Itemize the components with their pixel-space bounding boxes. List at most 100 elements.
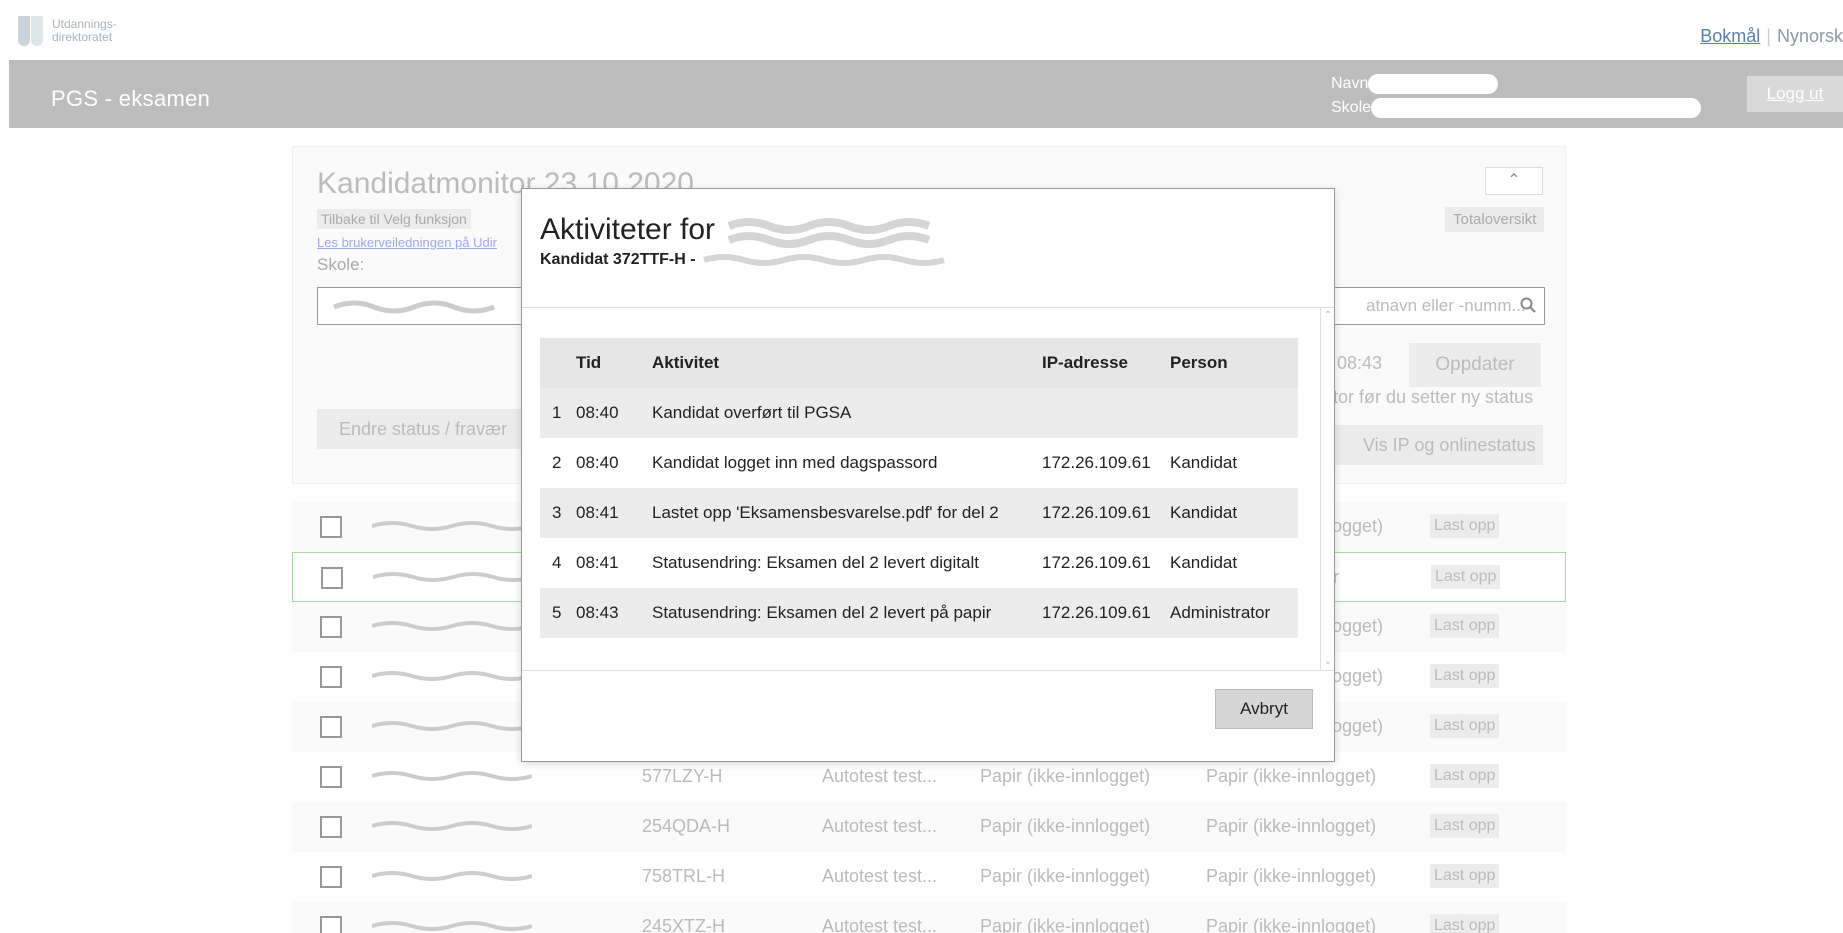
redacted-candidate-name	[372, 621, 532, 631]
school-select[interactable]	[317, 287, 527, 325]
col-time: Tid	[576, 338, 646, 388]
redacted-candidate-name	[372, 921, 532, 931]
modal-title-text: Aktiviteter for	[540, 213, 716, 246]
row-checkbox[interactable]	[320, 616, 342, 638]
collapse-button[interactable]: ⌃	[1485, 167, 1543, 195]
user-guide-link[interactable]: Les brukerveiledningen på Udir	[317, 235, 497, 250]
upload-button[interactable]: Last opp	[1431, 565, 1501, 589]
redacted-candidate-name	[373, 572, 533, 582]
table-row[interactable]: 758TRL-H Autotest test... Papir (ikke-in…	[292, 852, 1566, 902]
search-icon[interactable]	[1520, 297, 1536, 313]
activity-text: Kandidat overført til PGSA	[646, 388, 1038, 438]
user-name-label: Navn	[1331, 75, 1369, 92]
modal-subtitle: Kandidat 372TTF-H -	[540, 251, 980, 269]
logout-button[interactable]: Logg ut	[1747, 76, 1843, 112]
activity-ip: 172.26.109.61	[1038, 438, 1170, 488]
activity-row: 4 08:41 Statusendring: Eksamen del 2 lev…	[540, 538, 1298, 588]
udir-logo-icon	[18, 14, 46, 48]
user-info: Navn Skole	[1331, 72, 1702, 120]
lang-bokmal-link[interactable]: Bokmål	[1700, 26, 1760, 46]
candidate-mode: Papir (ikke-innlogget)	[980, 866, 1151, 886]
chevron-up-icon: ⌃	[1507, 172, 1521, 189]
candidate-name: Autotest test...	[822, 816, 938, 836]
candidate-name: Autotest test...	[822, 766, 938, 786]
activity-row: 5 08:43 Statusendring: Eksamen del 2 lev…	[540, 588, 1298, 638]
language-switcher: Bokmål | Nynorsk	[1700, 26, 1843, 47]
activity-row: 1 08:40 Kandidat overført til PGSA	[540, 388, 1298, 438]
table-row[interactable]: 245XTZ-H Autotest test... Papir (ikke-in…	[292, 902, 1566, 933]
activity-nr: 3	[540, 488, 576, 538]
change-status-button[interactable]: Endre status / fravær	[317, 409, 527, 449]
row-checkbox[interactable]	[320, 716, 342, 738]
activity-text: Statusendring: Eksamen del 2 levert digi…	[646, 538, 1038, 588]
candidate-code: 577LZY-H	[642, 766, 723, 786]
redacted-candidate-name	[372, 721, 532, 731]
search-placeholder: atnavn eller -numm...	[1366, 296, 1526, 315]
upload-button[interactable]: Last opp	[1430, 914, 1500, 933]
upload-button[interactable]: Last opp	[1430, 664, 1500, 688]
redacted-user-name	[1368, 73, 1499, 94]
activity-nr: 2	[540, 438, 576, 488]
activity-text: Kandidat logget inn med dagspassord	[646, 438, 1038, 488]
candidate-status: ogget)	[1332, 516, 1384, 536]
modal-scrollbar[interactable]: ⌃ ⌄	[1320, 308, 1334, 670]
candidate-name: Autotest test...	[822, 866, 938, 886]
candidate-code: 758TRL-H	[642, 866, 726, 886]
row-checkbox[interactable]	[320, 666, 342, 688]
app-header: PGS - eksamen Navn Skole Logg ut	[9, 60, 1843, 128]
upload-button[interactable]: Last opp	[1430, 514, 1500, 538]
activity-text: Statusendring: Eksamen del 2 levert på p…	[646, 588, 1038, 638]
upload-button[interactable]: Last opp	[1430, 864, 1500, 888]
table-row[interactable]: 254QDA-H Autotest test... Papir (ikke-in…	[292, 802, 1566, 852]
school-label: Skole:	[317, 255, 365, 274]
col-person: Person	[1170, 338, 1298, 388]
total-overview-button[interactable]: Totaloversikt	[1445, 207, 1545, 232]
status-hint-text: tor før du setter ny status	[1333, 387, 1534, 407]
candidate-mode: Papir (ikke-innlogget)	[980, 916, 1151, 933]
row-checkbox[interactable]	[320, 516, 342, 538]
activity-time: 08:43	[576, 588, 646, 638]
cancel-button[interactable]: Avbryt	[1215, 689, 1313, 729]
activity-time: 08:40	[576, 438, 646, 488]
scroll-up-icon[interactable]: ⌃	[1322, 310, 1334, 322]
row-checkbox[interactable]	[321, 567, 343, 589]
upload-button[interactable]: Last opp	[1430, 614, 1500, 638]
upload-button[interactable]: Last opp	[1430, 764, 1500, 788]
update-button[interactable]: Oppdater	[1409, 343, 1541, 387]
candidate-search-input[interactable]: atnavn eller -numm...	[1333, 287, 1545, 325]
activity-person: Kandidat	[1170, 488, 1298, 538]
redacted-candidate-name	[372, 521, 532, 531]
col-activity: Aktivitet	[646, 338, 1038, 388]
row-checkbox[interactable]	[320, 916, 342, 933]
activities-table: Tid Aktivitet IP-adresse Person 1 08:40 …	[540, 338, 1298, 638]
lang-nynorsk-link[interactable]: Nynorsk	[1777, 26, 1843, 46]
back-to-functions-link[interactable]: Tilbake til Velg funksjon	[317, 209, 471, 229]
top-bar: Utdannings- direktoratet Bokmål | Nynorsk	[0, 0, 1843, 60]
candidate-status: Papir (ikke-innlogget)	[1206, 766, 1377, 786]
redacted-candidate-info	[703, 253, 945, 266]
page: Utdannings- direktoratet Bokmål | Nynorsk …	[0, 0, 1843, 933]
activity-time: 08:40	[576, 388, 646, 438]
table-header-row: Tid Aktivitet IP-adresse Person	[540, 338, 1298, 388]
modal-subtitle-text: Kandidat 372TTF-H -	[540, 251, 696, 268]
row-checkbox[interactable]	[320, 816, 342, 838]
udir-logo[interactable]: Utdannings- direktoratet	[18, 14, 117, 48]
activity-row: 3 08:41 Lastet opp 'Eksamensbesvarelse.p…	[540, 488, 1298, 538]
scroll-down-icon[interactable]: ⌄	[1322, 656, 1334, 668]
activity-person	[1170, 388, 1298, 438]
lang-separator: |	[1766, 26, 1771, 46]
show-ip-status-button[interactable]: Vis IP og onlinestatus	[1333, 425, 1543, 465]
upload-button[interactable]: Last opp	[1430, 714, 1500, 738]
last-updated-time: 08:43	[1337, 353, 1383, 373]
row-checkbox[interactable]	[320, 766, 342, 788]
logo-text: Utdannings- direktoratet	[52, 18, 117, 44]
candidate-status: ogget)	[1332, 616, 1384, 636]
row-checkbox[interactable]	[320, 866, 342, 888]
upload-button[interactable]: Last opp	[1430, 814, 1500, 838]
redacted-candidate-name	[372, 821, 532, 831]
col-nr	[540, 338, 576, 388]
modal-body[interactable]: Tid Aktivitet IP-adresse Person 1 08:40 …	[522, 308, 1334, 670]
activity-person: Administrator	[1170, 588, 1298, 638]
redacted-school-name	[1371, 97, 1702, 118]
candidate-code: 245XTZ-H	[642, 916, 726, 933]
